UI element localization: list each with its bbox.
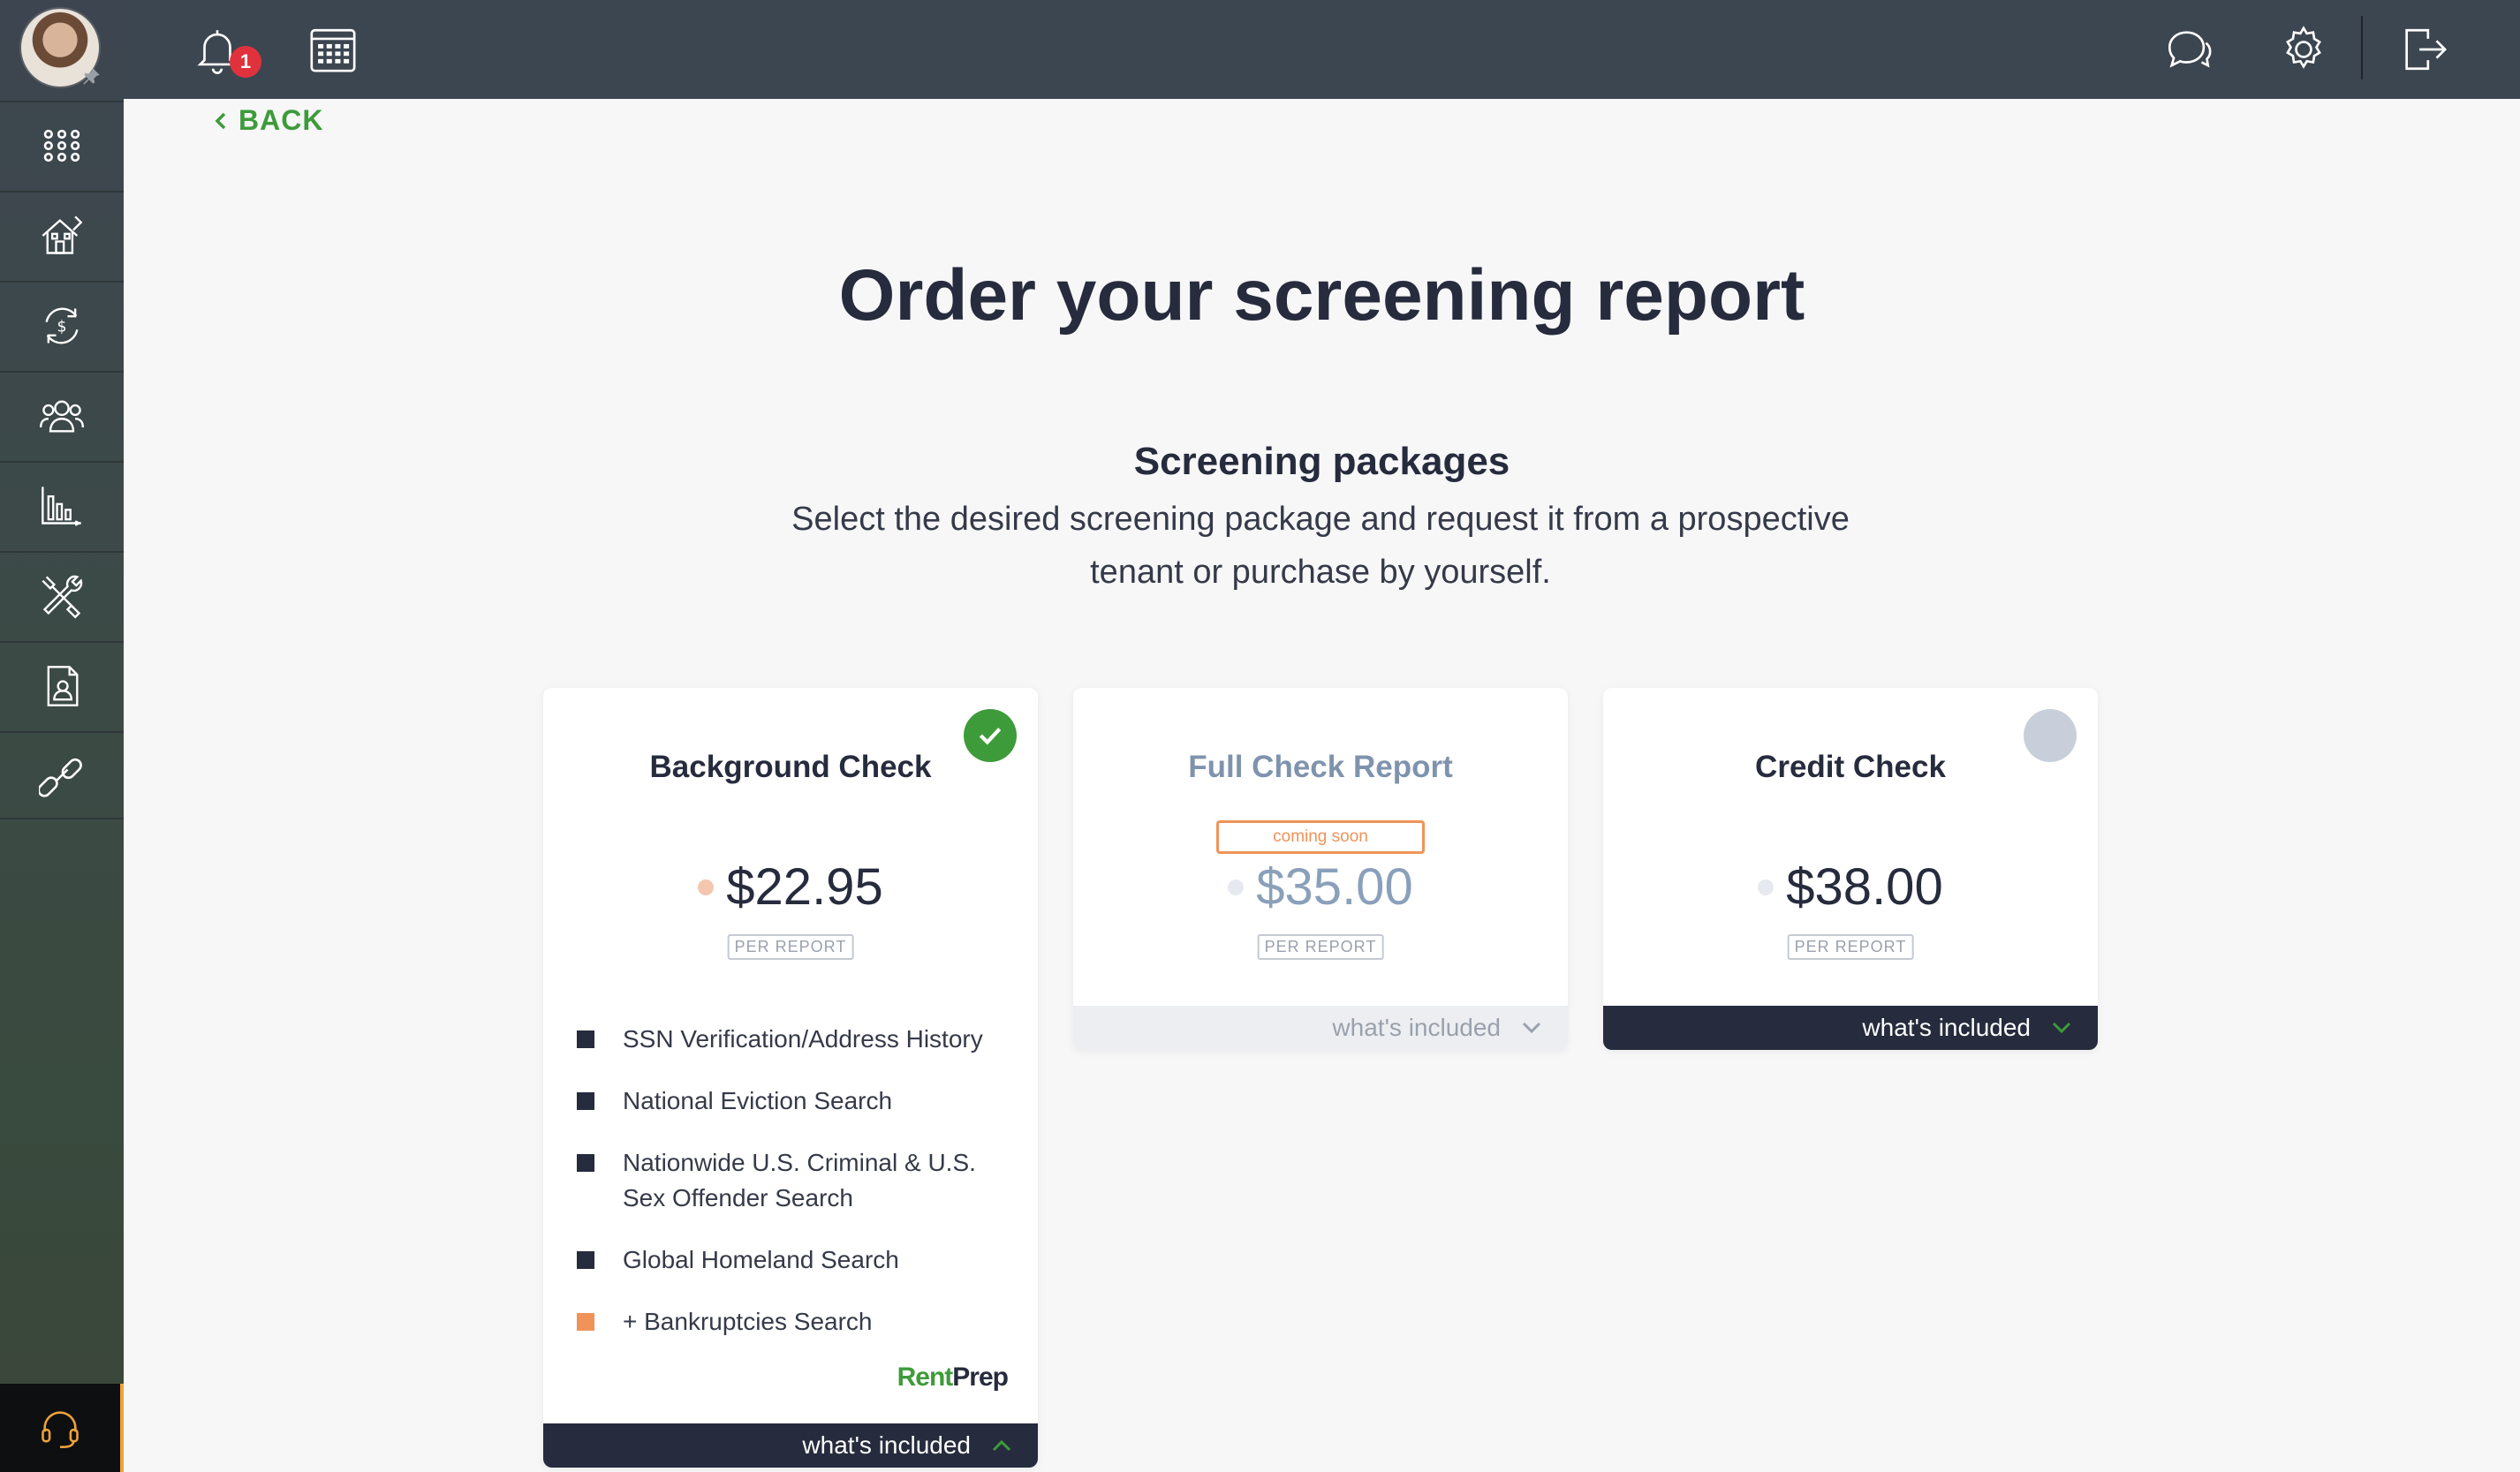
calendar-button[interactable] — [303, 19, 363, 79]
headset-icon — [42, 1411, 79, 1448]
user-avatar[interactable] — [19, 7, 104, 92]
price-dot — [1228, 879, 1245, 895]
bullet — [577, 1030, 594, 1048]
per-report-label: PER REPORT — [1787, 934, 1914, 960]
maintenance-icon — [42, 575, 83, 619]
bullet — [577, 1154, 594, 1172]
feature-list: SSN Verification/Address History Nationa… — [577, 1022, 1018, 1366]
logout-icon — [2405, 28, 2448, 71]
package-card-background-check[interactable]: Background Check $22.95 PER REPORT SSN V… — [543, 688, 1038, 1468]
apps-grid-icon — [43, 129, 80, 162]
nav-tenants[interactable] — [0, 371, 124, 459]
whats-included-toggle[interactable]: what's included — [1073, 1006, 1568, 1050]
rentprep-logo: RentPrep — [897, 1363, 1009, 1392]
chevron-up-icon — [992, 1439, 1011, 1452]
payments-icon: $ — [45, 307, 79, 344]
sidebar: $ — [0, 0, 124, 1472]
whats-included-label: what's included — [802, 1431, 971, 1459]
bullet-addon — [577, 1313, 594, 1331]
back-link[interactable]: BACK — [212, 104, 323, 137]
pin-icon[interactable] — [79, 65, 102, 88]
package-card-credit-check[interactable]: Credit Check $38.00 PER REPORT what's in… — [1603, 688, 2098, 1050]
feature-item: Nationwide U.S. Criminal & U.S. Sex Offe… — [577, 1145, 1018, 1216]
nav-integrations[interactable] — [0, 731, 124, 819]
package-card-full-check: Full Check Report coming soon $35.00 PER… — [1073, 688, 1568, 1050]
chevron-left-icon — [215, 112, 226, 129]
feature-item: National Eviction Search — [577, 1083, 1018, 1119]
feature-item: + Bankruptcies Search — [577, 1304, 1018, 1340]
whats-included-label: what's included — [1332, 1014, 1501, 1041]
per-report-label: PER REPORT — [727, 934, 854, 960]
svg-text:$: $ — [57, 319, 66, 336]
price: $38.00 — [1786, 858, 1943, 916]
tenants-icon — [39, 400, 85, 433]
card-title: Full Check Report — [1188, 750, 1453, 784]
nav-screening[interactable] — [0, 641, 124, 729]
nav-apps[interactable] — [0, 101, 124, 189]
per-report-label: PER REPORT — [1257, 934, 1384, 960]
bullet — [577, 1251, 594, 1269]
back-label: BACK — [238, 104, 324, 136]
whats-included-label: what's included — [1862, 1014, 2031, 1041]
bullet — [577, 1092, 594, 1110]
card-title: Background Check — [649, 750, 932, 784]
check-icon — [979, 728, 1002, 745]
gear-icon — [2286, 26, 2321, 69]
feature-item: SSN Verification/Address History — [577, 1022, 1018, 1057]
nav-reports[interactable] — [0, 461, 124, 549]
chat-icon — [2168, 31, 2212, 68]
notification-count-badge: 1 — [230, 46, 261, 78]
nav-properties[interactable] — [0, 191, 124, 279]
reports-icon — [42, 487, 82, 526]
price: $22.95 — [726, 858, 883, 916]
card-title: Credit Check — [1755, 750, 1946, 784]
chat-button[interactable] — [2159, 19, 2219, 79]
price-row: $22.95 — [543, 857, 1038, 917]
price-row: $38.00 — [1603, 857, 2098, 917]
topbar-divider — [2361, 16, 2363, 79]
chevron-down-icon — [2052, 1022, 2071, 1034]
link-icon — [39, 758, 82, 797]
section-title: Screening packages — [1133, 440, 1510, 483]
nav-payments[interactable]: $ — [0, 281, 124, 369]
section-description: Select the desired screening package and… — [791, 501, 1850, 591]
price-dot — [698, 879, 715, 895]
logout-button[interactable] — [2394, 19, 2454, 79]
feature-item: Global Homeland Search — [577, 1242, 1018, 1278]
price-dot — [1758, 879, 1775, 895]
whats-included-toggle[interactable]: what's included — [543, 1423, 1038, 1468]
settings-button[interactable] — [2274, 19, 2334, 79]
support-button[interactable] — [0, 1384, 124, 1472]
top-bar: 1 — [124, 0, 2520, 99]
property-icon — [42, 215, 83, 254]
whats-included-toggle[interactable]: what's included — [1603, 1006, 2098, 1050]
screening-icon — [47, 666, 79, 706]
price: $35.00 — [1256, 858, 1413, 916]
calendar-icon — [310, 28, 356, 72]
chevron-down-icon — [1522, 1022, 1541, 1034]
coming-soon-badge: coming soon — [1216, 820, 1425, 854]
price-row: $35.00 — [1073, 857, 1568, 917]
nav-maintenance[interactable] — [0, 551, 124, 639]
page-title: Order your screening report — [838, 255, 1805, 336]
